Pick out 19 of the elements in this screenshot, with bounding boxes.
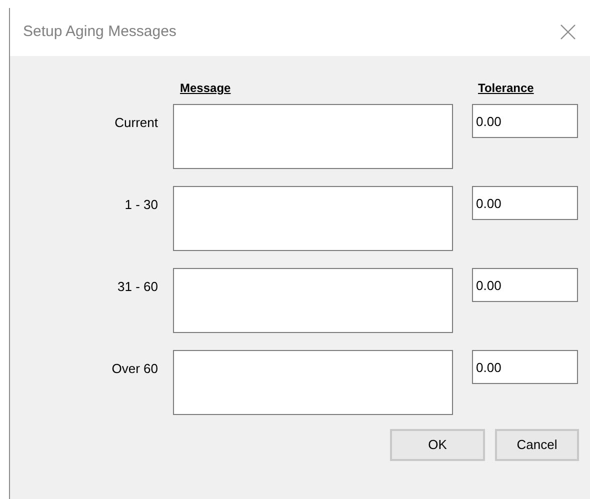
message-field[interactable] [173, 350, 453, 415]
tolerance-field[interactable]: 0.00 [472, 350, 578, 384]
tolerance-field[interactable]: 0.00 [472, 186, 578, 220]
row-label: Over 60 [112, 360, 158, 378]
close-button[interactable] [558, 22, 578, 42]
message-field[interactable] [173, 104, 453, 169]
ok-button[interactable]: OK [390, 429, 485, 461]
row-label: 31 - 60 [118, 278, 158, 296]
column-header: Tolerance [478, 80, 534, 97]
cancel-button[interactable]: Cancel [495, 429, 579, 461]
tolerance-field[interactable]: 0.00 [472, 268, 578, 302]
close-icon [560, 24, 576, 40]
row-label: Current [114, 114, 158, 132]
window-title: Setup Aging Messages [23, 22, 176, 42]
column-header: Message [180, 80, 232, 97]
message-field[interactable] [173, 186, 453, 251]
tolerance-field[interactable]: 0.00 [472, 104, 578, 138]
message-field[interactable] [173, 268, 453, 333]
row-label: 1 - 30 [124, 196, 158, 214]
